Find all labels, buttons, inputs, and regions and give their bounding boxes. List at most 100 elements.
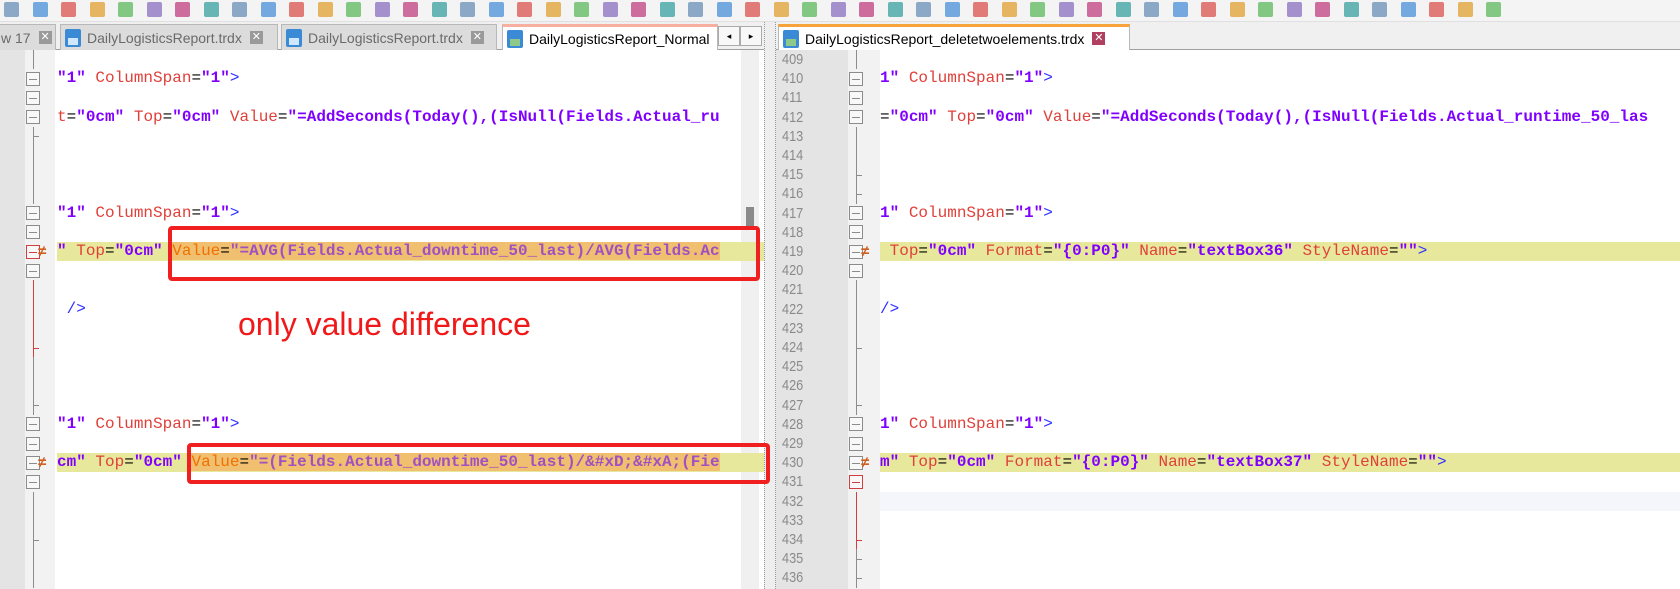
last-icon[interactable] (944, 2, 960, 17)
undo-icon[interactable] (203, 2, 219, 17)
clear-icon[interactable] (830, 2, 846, 17)
prev-icon[interactable] (887, 2, 903, 17)
e-icon[interactable] (1201, 2, 1216, 17)
compare-icon[interactable] (802, 2, 817, 17)
line-number: 419 (782, 243, 804, 260)
monitor-icon[interactable] (631, 2, 646, 17)
fold-toggle-icon[interactable] (26, 90, 40, 105)
right-editor[interactable]: ≠ ≠ 409 410 411 412 413 414 415 416 417 418 419 420 42… (776, 50, 1680, 589)
next-icon[interactable] (916, 2, 931, 17)
fold-toggle-icon[interactable] (26, 110, 40, 125)
fold-margin[interactable] (25, 50, 55, 589)
f-icon[interactable] (1229, 2, 1245, 17)
close-icon[interactable]: ✕ (38, 31, 52, 44)
paste-icon[interactable] (175, 2, 190, 17)
udl-icon[interactable] (517, 2, 532, 17)
bookmark-icon[interactable] (1058, 2, 1074, 17)
line-number: 429 (782, 435, 804, 452)
fold-toggle-icon[interactable] (849, 417, 863, 432)
first-icon[interactable] (859, 2, 874, 17)
fold-toggle-icon[interactable] (26, 436, 40, 451)
fold-toggle-icon[interactable] (26, 417, 40, 432)
c-icon[interactable] (1144, 2, 1159, 17)
k-icon[interactable] (1372, 2, 1387, 17)
wrap-icon[interactable] (431, 2, 447, 17)
folder-icon[interactable] (602, 2, 618, 17)
m-icon[interactable] (1429, 2, 1444, 17)
g-icon[interactable] (1258, 2, 1273, 17)
code-line: 1" ColumnSpan="1"> (880, 415, 1053, 434)
close-icon[interactable]: ✕ (1092, 32, 1106, 45)
code-token: = (976, 107, 986, 126)
close-all-icon[interactable] (61, 2, 76, 17)
close-icon[interactable]: ✕ (249, 31, 263, 44)
save-macro-icon[interactable] (773, 2, 789, 17)
indent-guide-icon[interactable] (488, 2, 504, 17)
nav-icon[interactable] (1030, 2, 1045, 17)
tab-2[interactable]: DailyLogisticsReport.trdx ✕ (281, 24, 497, 50)
fold-toggle-icon[interactable] (26, 71, 40, 86)
tab-0[interactable]: w 17 ✕ (0, 24, 56, 50)
line-number: 411 (782, 89, 803, 107)
stop-icon[interactable] (688, 2, 703, 17)
tab-prev-button[interactable]: ◂ (718, 26, 740, 46)
record-icon[interactable] (659, 2, 675, 17)
fold-toggle-icon[interactable] (849, 110, 863, 125)
tab-3-active[interactable]: DailyLogisticsReport_Normal (502, 24, 718, 50)
fold-toggle-icon[interactable] (849, 206, 863, 221)
play-multi-icon[interactable] (745, 2, 760, 17)
tab-next-button[interactable]: ▸ (740, 26, 762, 46)
vertical-scrollbar[interactable] (741, 50, 759, 589)
pane-splitter[interactable] (764, 22, 776, 589)
i-icon[interactable] (1315, 2, 1330, 17)
close-icon[interactable]: ✕ (470, 31, 484, 44)
fold-toggle-icon[interactable] (26, 206, 40, 221)
l-icon[interactable] (1400, 2, 1416, 17)
find-icon[interactable] (260, 2, 276, 17)
replace-icon[interactable] (289, 2, 304, 17)
tab-right-active[interactable]: DailyLogisticsReport_deletetwoelements.t… (778, 24, 1130, 50)
fold-toggle-icon[interactable] (849, 263, 863, 278)
diff-only-icon[interactable] (973, 2, 988, 17)
n-icon[interactable] (1457, 2, 1473, 17)
fold-toggle-icon[interactable] (849, 90, 863, 105)
fold-toggle-icon[interactable] (849, 436, 863, 451)
fold-toggle-icon[interactable] (26, 263, 40, 278)
close-icon[interactable] (32, 2, 48, 17)
print-icon[interactable] (89, 2, 105, 17)
sync-v-icon[interactable] (374, 2, 390, 17)
zoom-in-icon[interactable] (317, 2, 333, 17)
code-token: > (1436, 453, 1447, 472)
fold-margin[interactable] (848, 50, 880, 589)
play-icon[interactable] (716, 2, 732, 17)
a-icon[interactable] (1087, 2, 1102, 17)
code-token: "=AddSeconds(Today(),(IsNull(Fields.Actu… (287, 107, 720, 126)
code-line: /> (57, 300, 86, 319)
cut-icon[interactable] (118, 2, 133, 17)
fold-toggle-icon[interactable] (849, 474, 863, 489)
h-icon[interactable] (1286, 2, 1302, 17)
redo-icon[interactable] (232, 2, 247, 17)
show-all-icon[interactable] (460, 2, 475, 17)
code-line: Top="0cm" Format="{0:P0}" Name="textBox3… (880, 242, 1428, 261)
o-icon[interactable] (1486, 2, 1501, 17)
annotation-text: only value difference (238, 306, 531, 342)
b-icon[interactable] (1115, 2, 1131, 17)
fold-toggle-icon[interactable] (26, 225, 40, 240)
fold-toggle-icon[interactable] (849, 225, 863, 240)
doc-map-icon[interactable] (545, 2, 561, 17)
sync-h-icon[interactable] (403, 2, 418, 17)
tab-1[interactable]: DailyLogisticsReport.trdx ✕ (60, 24, 278, 50)
save-all-icon[interactable] (4, 2, 19, 17)
line-number: 423 (782, 319, 804, 337)
zoom-out-icon[interactable] (346, 2, 361, 17)
fold-toggle-icon[interactable] (849, 71, 863, 86)
function-list-icon[interactable] (574, 2, 589, 17)
j-icon[interactable] (1343, 2, 1359, 17)
copy-icon[interactable] (146, 2, 162, 17)
fold-toggle-icon[interactable] (26, 474, 40, 489)
check-icon[interactable] (1001, 2, 1017, 17)
d-icon[interactable] (1172, 2, 1188, 17)
